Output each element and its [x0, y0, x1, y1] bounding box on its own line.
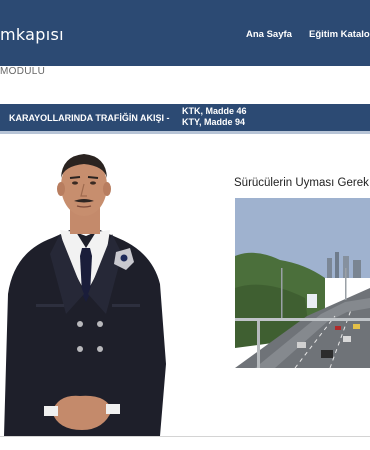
lesson-title-bar: KARAYOLLARINDA TRAFİĞİN AKIŞI - KTK, Mad…: [0, 104, 370, 131]
lesson-reference-kty: KTY, Madde 94: [182, 117, 246, 127]
site-logo[interactable]: mkapısı: [0, 25, 64, 44]
presenter-figure: [4, 154, 166, 436]
lesson-video-frame[interactable]: KARAYOLLARINDA TRAFİĞİN AKIŞI - KTK, Mad…: [0, 88, 370, 437]
nav-link-catalog[interactable]: Eğitim Katalo: [309, 29, 370, 40]
highway-photo: [235, 198, 370, 368]
slide-heading: Sürücülerin Uyması Gerek: [234, 177, 369, 189]
lesson-reference-ktk: KTK, Madde 46: [182, 106, 247, 116]
module-label: MODULU: [0, 66, 46, 77]
lesson-title: KARAYOLLARINDA TRAFİĞİN AKIŞI -: [9, 113, 170, 123]
top-navigation-bar: mkapısı Ana Sayfa Eğitim Katalo: [0, 0, 370, 66]
lesson-title-underline: [0, 131, 370, 134]
nav-link-home[interactable]: Ana Sayfa: [246, 29, 292, 40]
